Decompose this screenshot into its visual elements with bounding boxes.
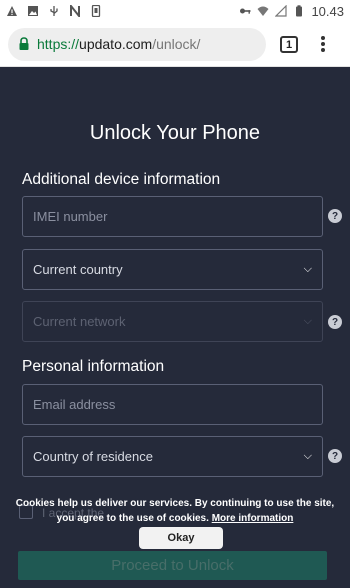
- page-title: Unlock Your Phone: [89, 122, 261, 144]
- wifi-icon: [257, 6, 269, 16]
- url-scheme: https://: [37, 36, 80, 52]
- network-help-icon[interactable]: ?: [328, 315, 342, 329]
- signal-icon: [275, 5, 288, 17]
- imei-help-icon[interactable]: ?: [328, 209, 342, 223]
- email-input[interactable]: Email address: [22, 384, 323, 425]
- key-icon: [240, 8, 251, 14]
- lock-icon: [19, 37, 29, 50]
- cookie-text-line2: you agree to the use of cookies.: [56, 513, 209, 524]
- overflow-menu-icon[interactable]: [316, 33, 330, 55]
- url-path: /unlock/: [152, 36, 201, 52]
- device-section-heading: Additional device information: [22, 171, 221, 188]
- residence-select-label: Country of residence: [33, 449, 153, 464]
- chevron-down-icon: ⌵: [303, 450, 312, 462]
- usb-icon: [50, 6, 58, 16]
- cookie-text-line1: Cookies help us deliver our services. By…: [15, 498, 335, 509]
- more-information-link[interactable]: More information: [212, 513, 294, 524]
- address-bar[interactable]: https://updato.com/unlock/: [8, 27, 266, 61]
- image-icon: [28, 6, 38, 16]
- imei-input[interactable]: IMEI number: [22, 196, 323, 237]
- warning-icon: [7, 6, 17, 16]
- email-placeholder: Email address: [33, 397, 116, 412]
- network-select-label: Current network: [33, 314, 126, 329]
- page-content: Unlock Your Phone Additional device info…: [0, 68, 350, 588]
- url-host: updato.com: [79, 36, 153, 52]
- tab-switcher-button[interactable]: 1: [280, 36, 298, 53]
- proceed-button[interactable]: Proceed to Unlock: [18, 551, 327, 580]
- chevron-down-icon: ⌵: [303, 263, 312, 275]
- okay-button[interactable]: Okay: [139, 527, 223, 549]
- clock: 10.43: [311, 3, 344, 19]
- residence-select[interactable]: Country of residence ⌵: [22, 436, 323, 477]
- residence-help-icon[interactable]: ?: [328, 449, 342, 463]
- storage-icon: [91, 5, 101, 17]
- chevron-down-icon: ⌵: [303, 315, 312, 327]
- status-bar: 10.43: [0, 0, 350, 22]
- network-select[interactable]: Current network ⌵: [22, 301, 323, 342]
- cookie-banner: Cookies help us deliver our services. By…: [0, 496, 350, 526]
- country-select[interactable]: Current country ⌵: [22, 249, 323, 290]
- battery-icon: [296, 5, 303, 17]
- n-icon: [70, 5, 80, 17]
- country-select-label: Current country: [33, 262, 123, 277]
- personal-section-heading: Personal information: [22, 358, 165, 375]
- imei-placeholder: IMEI number: [33, 209, 108, 224]
